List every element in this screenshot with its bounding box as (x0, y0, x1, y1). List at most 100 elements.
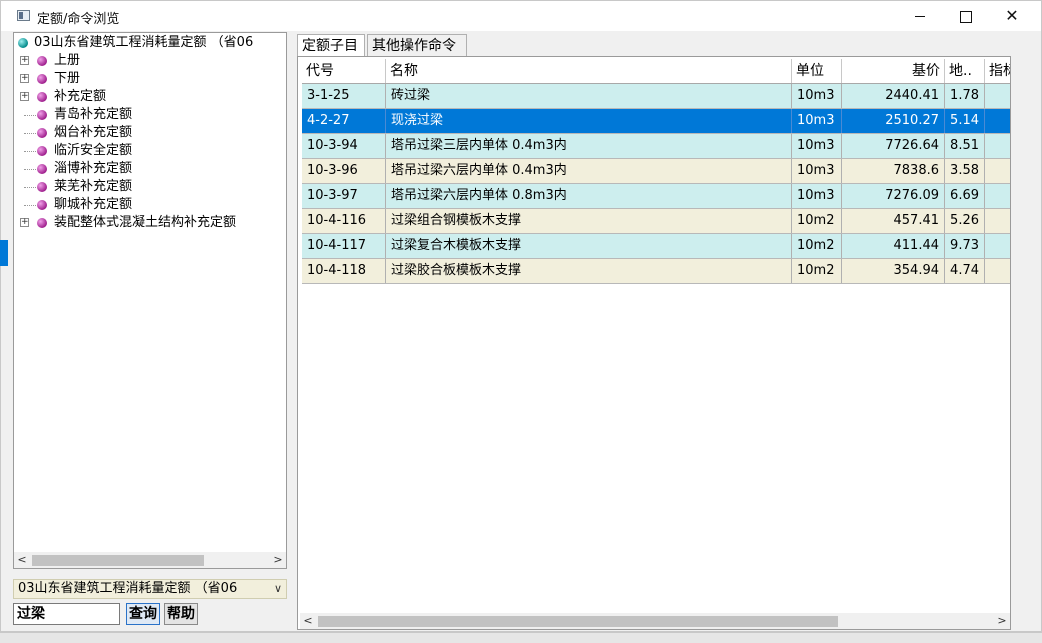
tree-node-icon (37, 74, 47, 84)
background-app-strip (0, 632, 1042, 643)
cell-code: 10-4-118 (302, 259, 386, 283)
cell-code: 10-3-96 (302, 159, 386, 183)
cell-price: 7276.09 (842, 184, 945, 208)
tree-node-icon (37, 200, 47, 210)
tree-item-label: 上册 (54, 53, 81, 68)
panel-splitter[interactable] (289, 32, 293, 629)
cell-name: 塔吊过梁六层内单体 0.8m3内 (386, 184, 792, 208)
column-header-name[interactable]: 名称 (386, 59, 792, 83)
table-row[interactable]: 10-4-117 过梁复合木模板木支撑 10m2 411.44 9.73 (302, 234, 1010, 259)
tree-node-icon (37, 164, 47, 174)
help-button[interactable]: 帮助 (164, 603, 198, 625)
quota-tree[interactable]: 03山东省建筑工程消耗量定额 （省06 + 上册 + 下册 + 补充定额 青岛补充定额 烟台补… (13, 32, 287, 569)
tree-connector (24, 115, 36, 116)
cell-price: 354.94 (842, 259, 945, 283)
tree-node-icon (37, 218, 47, 228)
cell-price: 7726.64 (842, 134, 945, 158)
minimize-button[interactable] (897, 1, 943, 31)
grid-horizontal-scrollbar[interactable]: < > (300, 613, 1010, 629)
tab-other-commands[interactable]: 其他操作命令 (367, 34, 467, 56)
close-button[interactable]: ✕ (989, 1, 1035, 31)
column-header-code[interactable]: 代号 (302, 59, 386, 83)
cell-local: 8.51 (945, 134, 985, 158)
tree-item-label: 青岛补充定额 (54, 107, 133, 122)
scroll-left-icon[interactable]: < (14, 552, 30, 568)
title-bar[interactable]: 定额/命令浏览 ✕ (1, 1, 1041, 31)
cell-unit: 10m2 (792, 209, 842, 233)
cell-name: 现浇过梁 (386, 109, 792, 133)
quota-set-select[interactable]: 03山东省建筑工程消耗量定额 （省06 ∨ (13, 579, 287, 599)
cell-code: 10-3-94 (302, 134, 386, 158)
cell-index (985, 84, 1010, 108)
scroll-thumb[interactable] (318, 616, 838, 627)
cell-price: 2440.41 (842, 84, 945, 108)
expand-icon[interactable]: + (20, 56, 29, 65)
table-row[interactable]: 10-4-116 过梁组合钢模板木支撑 10m2 457.41 5.26 (302, 209, 1010, 234)
cell-index (985, 184, 1010, 208)
tree-connector (24, 169, 36, 170)
quota-grid-panel: 代号 名称 单位 基价 地.. 指标 3-1-25砖过梁10m32440.411… (297, 56, 1011, 630)
chevron-down-icon[interactable]: ∨ (274, 580, 282, 598)
tree-horizontal-scrollbar[interactable]: < > (14, 552, 286, 568)
table-row[interactable]: 10-3-96 塔吊过梁六层内单体 0.4m3内 10m3 7838.6 3.58 (302, 159, 1010, 184)
cell-name: 过梁组合钢模板木支撑 (386, 209, 792, 233)
tree-connector (24, 187, 36, 188)
column-header-local[interactable]: 地.. (945, 59, 985, 83)
cell-price: 2510.27 (842, 109, 945, 133)
tree-connector (24, 205, 36, 206)
expand-icon[interactable]: + (20, 74, 29, 83)
column-header-unit[interactable]: 单位 (792, 59, 842, 83)
cell-code: 4-2-27 (302, 109, 386, 133)
minimize-icon (915, 16, 925, 17)
scroll-right-icon[interactable]: > (994, 613, 1010, 629)
close-icon: ✕ (1005, 6, 1019, 25)
cell-index (985, 234, 1010, 258)
tree-node-icon (37, 110, 47, 120)
expand-icon[interactable]: + (20, 218, 29, 227)
tree-item-label: 临沂安全定额 (54, 143, 133, 158)
cell-code: 10-4-117 (302, 234, 386, 258)
cell-name: 塔吊过梁三层内单体 0.4m3内 (386, 134, 792, 158)
tab-quota-items[interactable]: 定额子目 (297, 34, 365, 57)
tree-connector (24, 133, 36, 134)
expand-icon[interactable]: + (20, 92, 29, 101)
scroll-right-icon[interactable]: > (270, 552, 286, 568)
table-row[interactable]: 10-3-97 塔吊过梁六层内单体 0.8m3内 10m3 7276.09 6.69 (302, 184, 1010, 209)
maximize-icon (960, 10, 972, 23)
tree-item-label: 聊城补充定额 (54, 197, 133, 212)
table-row[interactable]: 10-4-118 过梁胶合板模板木支撑 10m2 354.94 4.74 (302, 259, 1010, 284)
cell-local: 9.73 (945, 234, 985, 258)
cell-code: 3-1-25 (302, 84, 386, 108)
window-title: 定额/命令浏览 (37, 12, 120, 27)
maximize-button[interactable] (943, 1, 989, 31)
quota-set-value: 03山东省建筑工程消耗量定额 （省06 (18, 581, 238, 596)
window-app-icon (17, 10, 30, 21)
tree-root-label: 03山东省建筑工程消耗量定额 （省06 (34, 35, 254, 50)
cell-local: 6.69 (945, 184, 985, 208)
quota-browser-window: 定额/命令浏览 ✕ 03山东省建筑工程消耗量定额 （省06 + 上册 + 下册 + 补充定… (0, 0, 1042, 632)
column-header-index[interactable]: 指标 (985, 59, 1010, 83)
cell-name: 砖过梁 (386, 84, 792, 108)
search-input[interactable]: 过梁 (13, 603, 120, 625)
cell-unit: 10m3 (792, 84, 842, 108)
cell-unit: 10m2 (792, 259, 842, 283)
table-row[interactable]: 10-3-94 塔吊过梁三层内单体 0.4m3内 10m3 7726.64 8.51 (302, 134, 1010, 159)
cell-code: 10-4-116 (302, 209, 386, 233)
background-window-edge (0, 240, 8, 266)
cell-name: 塔吊过梁六层内单体 0.4m3内 (386, 159, 792, 183)
column-header-price[interactable]: 基价 (842, 59, 945, 83)
table-row[interactable]: 3-1-25 砖过梁 10m3 2440.41 1.78 (302, 84, 1010, 109)
scroll-thumb[interactable] (32, 555, 204, 566)
query-button[interactable]: 查询 (126, 603, 160, 625)
cell-local: 1.78 (945, 84, 985, 108)
tree-item-label: 莱芜补充定额 (54, 179, 133, 194)
cell-local: 3.58 (945, 159, 985, 183)
table-row-selected[interactable]: 4-2-27 现浇过梁 10m3 2510.27 5.14 (302, 109, 1010, 134)
cell-price: 457.41 (842, 209, 945, 233)
cell-index (985, 134, 1010, 158)
tree-node-icon (37, 92, 47, 102)
cell-index (985, 259, 1010, 283)
cell-unit: 10m3 (792, 134, 842, 158)
scroll-left-icon[interactable]: < (300, 613, 316, 629)
cell-price: 7838.6 (842, 159, 945, 183)
